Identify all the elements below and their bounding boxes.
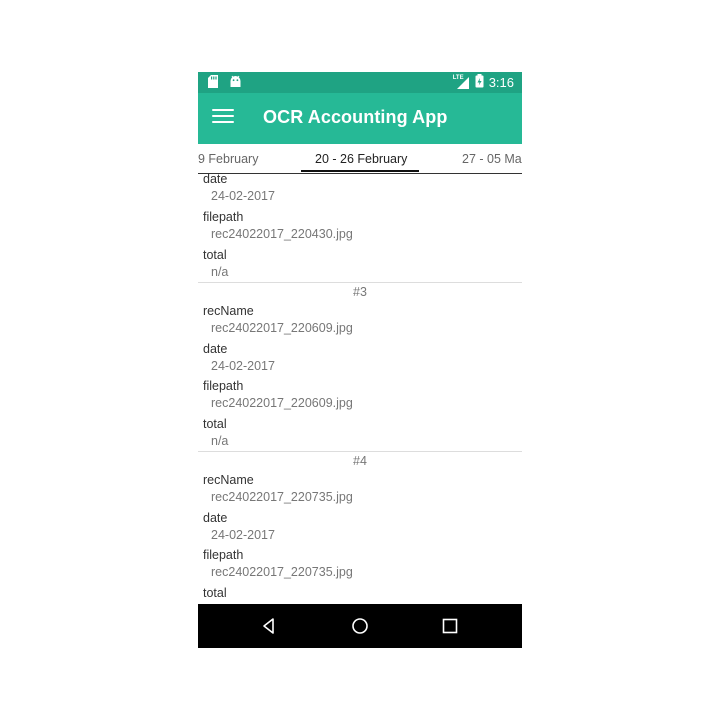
field-value: rec24022017_220609.jpg [211, 396, 353, 410]
field-label: recName [203, 473, 254, 487]
home-button[interactable] [350, 616, 370, 636]
field-label: filepath [203, 210, 244, 224]
field-value: 24-02-2017 [211, 189, 275, 203]
sd-card-icon [208, 75, 219, 93]
field-label: recName [203, 304, 254, 318]
field-value: n/a [211, 434, 229, 448]
field-value: rec24022017_220609.jpg [211, 321, 353, 335]
app-bar: OCR Accounting App [198, 93, 522, 144]
week-tabs: 9 February 20 - 26 February 27 - 05 Ma [198, 144, 522, 174]
hamburger-icon-line [212, 109, 234, 111]
android-icon [229, 75, 242, 93]
recents-button[interactable] [440, 616, 460, 636]
field-label: filepath [203, 379, 244, 393]
home-icon [352, 618, 368, 634]
field-label: total [203, 248, 227, 262]
field-value: n/a [211, 265, 229, 279]
tab-indicator [301, 170, 419, 172]
back-icon [263, 618, 274, 634]
field-value: rec24022017_220735.jpg [211, 490, 353, 504]
network-type-label: LTE [452, 74, 464, 81]
field-label: total [203, 417, 227, 431]
field-label: date [203, 511, 228, 525]
hamburger-icon-line [212, 115, 234, 117]
back-button[interactable] [259, 616, 279, 636]
app-title: OCR Accounting App [263, 107, 448, 127]
system-nav-bar [198, 604, 522, 648]
field-label: filepath [203, 548, 244, 562]
record-number: #4 [353, 454, 367, 468]
tab-current-week[interactable]: 20 - 26 February [315, 152, 407, 166]
tab-next-week[interactable]: 27 - 05 Ma [462, 152, 522, 166]
hamburger-icon-line [212, 121, 234, 123]
lte-signal-icon: LTE [452, 74, 470, 90]
field-value: rec24022017_220430.jpg [211, 227, 353, 241]
tab-prev-week[interactable]: 9 February [198, 152, 258, 166]
records-list[interactable]: date 24-02-2017 filepath rec24022017_220… [198, 173, 522, 604]
field-label: total [203, 586, 227, 600]
menu-button[interactable] [212, 109, 234, 127]
record-divider [198, 282, 522, 283]
record-divider [198, 451, 522, 452]
status-bar: LTE 3:16 [198, 72, 522, 93]
battery-icon [475, 74, 484, 91]
record-number: #3 [353, 285, 367, 299]
field-value: rec24022017_220735.jpg [211, 565, 353, 579]
field-label: date [203, 342, 228, 356]
field-value: 24-02-2017 [211, 359, 275, 373]
status-time: 3:16 [488, 75, 514, 90]
field-label: date [203, 173, 228, 186]
recents-icon [442, 618, 458, 634]
phone-screen: LTE 3:16 OCR Accounting App 9 February 2… [198, 72, 522, 648]
field-value: 24-02-2017 [211, 528, 275, 542]
